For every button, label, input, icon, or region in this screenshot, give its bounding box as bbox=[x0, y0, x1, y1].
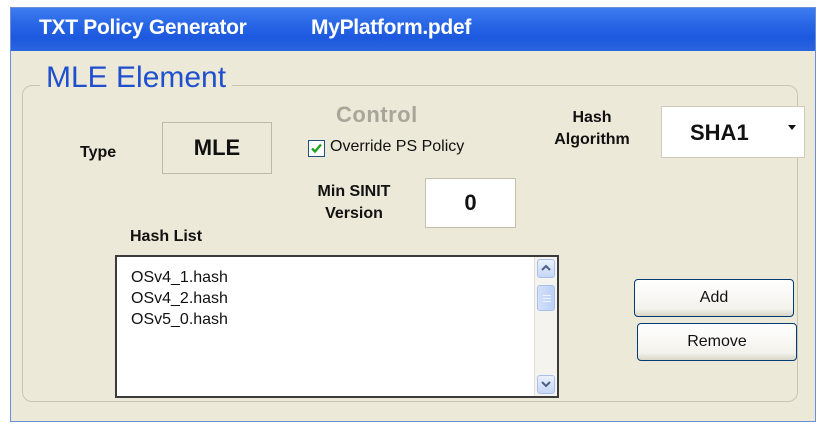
min-sinit-version-label: Min SINIT Version bbox=[300, 181, 408, 225]
thumb-grip-line bbox=[543, 295, 551, 296]
hash-algorithm-select[interactable]: SHA1 bbox=[661, 106, 805, 158]
checkmark-icon bbox=[311, 143, 322, 154]
hash-algorithm-label-line1: Hash bbox=[572, 109, 612, 126]
override-ps-policy-label[interactable]: Override PS Policy bbox=[330, 138, 464, 156]
thumb-grip-line bbox=[543, 298, 551, 299]
list-item[interactable]: OSv4_2.hash bbox=[131, 288, 228, 309]
control-label: Control bbox=[336, 102, 418, 127]
type-label: Type bbox=[80, 144, 117, 161]
list-item[interactable]: OSv5_0.hash bbox=[131, 309, 228, 330]
chevron-up-icon bbox=[541, 264, 551, 271]
add-button[interactable]: Add bbox=[634, 279, 794, 317]
min-sinit-label-line1: Min SINIT bbox=[317, 183, 391, 200]
min-sinit-version-input[interactable]: 0 bbox=[425, 178, 516, 228]
group-title: MLE Element bbox=[40, 61, 233, 95]
scroll-down-button[interactable] bbox=[537, 375, 555, 394]
scroll-up-button[interactable] bbox=[537, 259, 555, 278]
hash-algorithm-label: Hash Algorithm bbox=[542, 107, 642, 151]
hash-algorithm-value: SHA1 bbox=[690, 120, 749, 145]
hash-list-box[interactable]: OSv4_1.hash OSv4_2.hash OSv5_0.hash bbox=[115, 255, 559, 398]
window-file-name: MyPlatform.pdef bbox=[311, 16, 472, 39]
dropdown-arrow-icon[interactable] bbox=[788, 125, 796, 130]
scroll-thumb[interactable] bbox=[537, 285, 555, 311]
list-item[interactable]: OSv4_1.hash bbox=[131, 267, 228, 288]
title-bar[interactable]: TXT Policy Generator MyPlatform.pdef bbox=[11, 8, 815, 51]
hash-algorithm-label-line2: Algorithm bbox=[554, 131, 630, 148]
hash-list-items: OSv4_1.hash OSv4_2.hash OSv5_0.hash bbox=[131, 267, 228, 330]
thumb-grip-line bbox=[543, 301, 551, 302]
type-field: MLE bbox=[162, 122, 272, 174]
vertical-scrollbar[interactable] bbox=[534, 257, 557, 396]
chevron-down-icon bbox=[541, 381, 551, 388]
override-ps-policy-checkbox[interactable] bbox=[308, 140, 325, 157]
remove-button[interactable]: Remove bbox=[637, 323, 797, 361]
window-title: TXT Policy Generator bbox=[39, 16, 247, 39]
min-sinit-label-line2: Version bbox=[325, 205, 383, 222]
hash-list-label: Hash List bbox=[130, 228, 203, 245]
